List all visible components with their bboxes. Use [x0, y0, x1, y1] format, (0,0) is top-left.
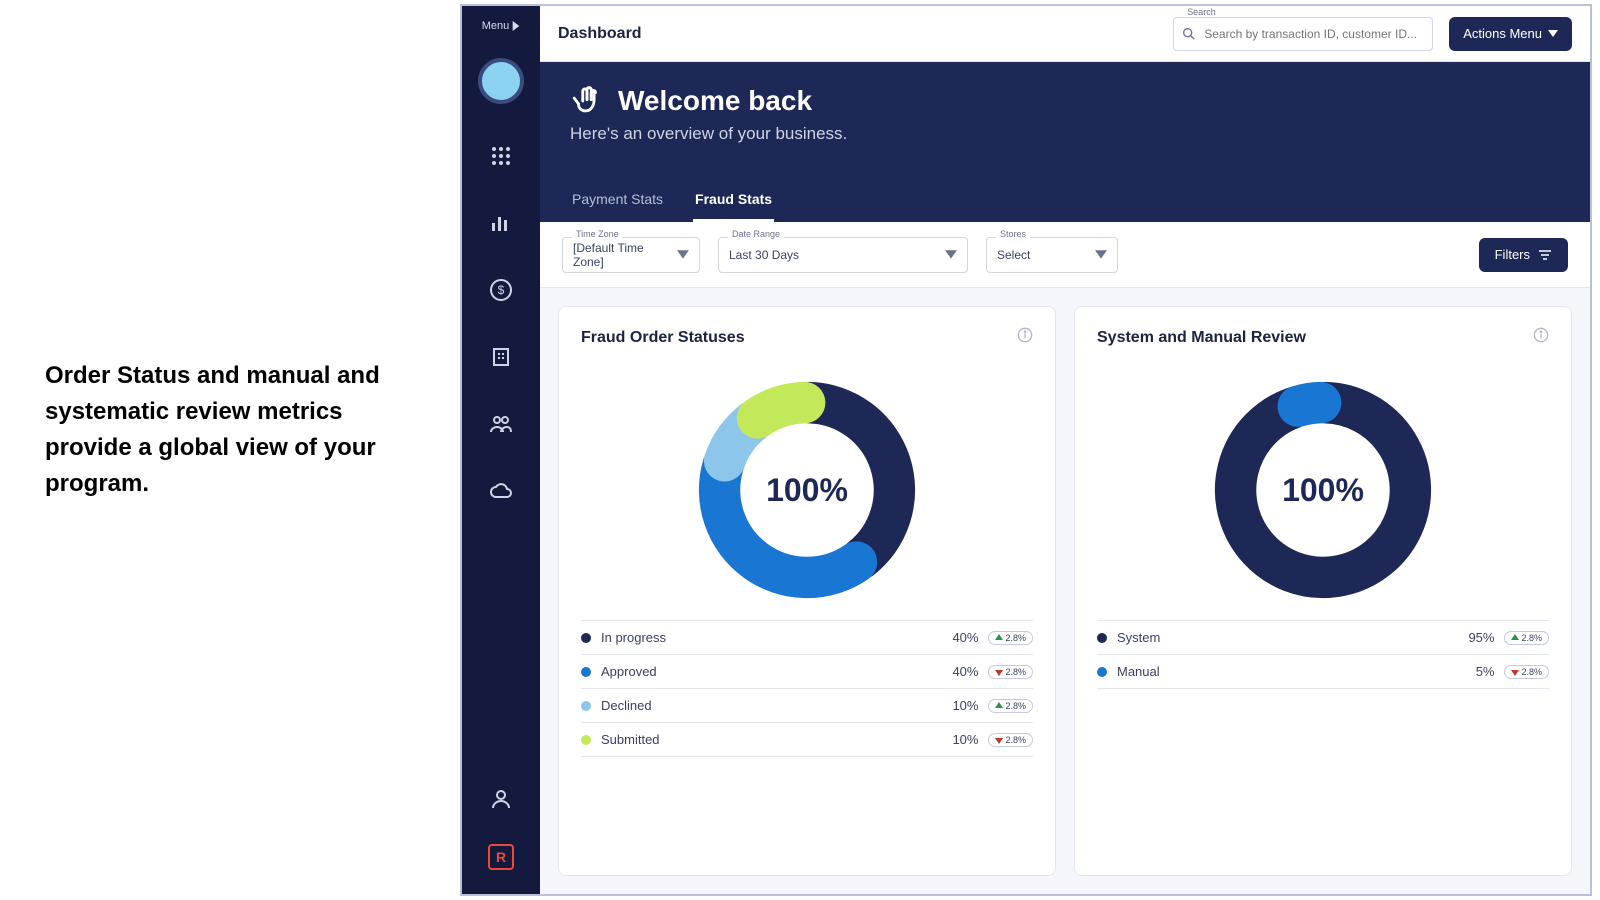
donut-chart-review: 100%: [1097, 360, 1549, 620]
chevron-down-icon: [1095, 249, 1107, 261]
donut-center-value: 100%: [1282, 472, 1364, 509]
chart-bar-icon[interactable]: [489, 211, 513, 238]
sidebar-bottom: R: [488, 787, 514, 870]
building-icon[interactable]: [489, 345, 513, 372]
info-icon[interactable]: [1017, 327, 1033, 348]
app-frame: Menu $: [460, 4, 1592, 896]
avatar[interactable]: [478, 58, 524, 104]
search-field[interactable]: Search: [1173, 17, 1433, 51]
delta-pill: 2.8%: [988, 631, 1033, 645]
slide-caption: Order Status and manual and systematic r…: [45, 358, 435, 502]
time-zone-value: [Default Time Zone]: [573, 241, 677, 269]
chevron-right-icon: [512, 21, 520, 31]
stores-value: Select: [997, 248, 1030, 262]
legend-item: System95% 2.8%: [1097, 621, 1549, 655]
date-range-field[interactable]: Date Range Last 30 Days: [718, 237, 968, 273]
delta-pill: 2.8%: [988, 733, 1033, 747]
card-review: System and Manual Review 100% System95% …: [1074, 306, 1572, 876]
stores-field[interactable]: Stores Select: [986, 237, 1118, 273]
date-range-value: Last 30 Days: [729, 248, 799, 262]
topbar: Dashboard Search Actions Menu: [540, 6, 1590, 62]
legend-name: System: [1117, 630, 1448, 645]
legend-value: 40%: [932, 664, 978, 679]
nav-icons: $: [489, 144, 513, 506]
filters-button[interactable]: Filters: [1479, 238, 1568, 272]
svg-text:$: $: [498, 283, 505, 297]
legend-item: Approved40% 2.8%: [581, 655, 1033, 689]
cloud-icon[interactable]: [489, 479, 513, 506]
search-label: Search: [1183, 7, 1220, 17]
card-fraud-status: Fraud Order Statuses 100% In progress40%…: [558, 306, 1056, 876]
sidebar: Menu $: [462, 6, 540, 894]
hero-banner: Welcome back Here's an overview of your …: [540, 62, 1590, 222]
legend-dot: [581, 735, 591, 745]
tab-fraud-stats[interactable]: Fraud Stats: [693, 179, 774, 222]
apps-icon[interactable]: [489, 144, 513, 171]
legend-name: Declined: [601, 698, 932, 713]
actions-menu-label: Actions Menu: [1463, 26, 1542, 41]
search-icon: [1181, 26, 1197, 42]
chevron-down-icon: [945, 249, 957, 261]
time-zone-label: Time Zone: [572, 229, 623, 239]
chevron-down-icon: [1548, 30, 1558, 38]
legend-item: Declined10% 2.8%: [581, 689, 1033, 723]
legend-value: 95%: [1448, 630, 1494, 645]
content-area: Fraud Order Statuses 100% In progress40%…: [540, 288, 1590, 894]
donut-center-value: 100%: [766, 472, 848, 509]
delta-pill: 2.8%: [1504, 665, 1549, 679]
search-input[interactable]: [1173, 17, 1433, 51]
date-range-label: Date Range: [728, 229, 784, 239]
logo-icon[interactable]: R: [488, 844, 514, 870]
card-title: System and Manual Review: [1097, 329, 1306, 347]
legend-dot: [1097, 633, 1107, 643]
chevron-down-icon: [677, 249, 689, 261]
filter-icon: [1538, 249, 1552, 261]
tab-payment-stats[interactable]: Payment Stats: [570, 179, 665, 222]
legend-dot: [581, 633, 591, 643]
legend-name: In progress: [601, 630, 932, 645]
legend-name: Approved: [601, 664, 932, 679]
filter-bar: Time Zone [Default Time Zone] Date Range…: [540, 222, 1590, 288]
delta-pill: 2.8%: [988, 699, 1033, 713]
legend-dot: [581, 701, 591, 711]
delta-pill: 2.8%: [1504, 631, 1549, 645]
filters-button-label: Filters: [1495, 247, 1530, 262]
time-zone-field[interactable]: Time Zone [Default Time Zone]: [562, 237, 700, 273]
donut-chart-fraud: 100%: [581, 360, 1033, 620]
legend-fraud: In progress40% 2.8%Approved40% 2.8%Decli…: [581, 620, 1033, 757]
card-title: Fraud Order Statuses: [581, 329, 745, 347]
welcome-title: Welcome back: [618, 85, 812, 117]
logo-letter: R: [496, 849, 506, 865]
legend-value: 40%: [932, 630, 978, 645]
menu-label: Menu: [482, 20, 510, 32]
legend-dot: [581, 667, 591, 677]
stores-label: Stores: [996, 229, 1030, 239]
menu-toggle[interactable]: Menu: [482, 20, 521, 32]
legend-name: Manual: [1117, 664, 1448, 679]
wave-icon: [570, 84, 604, 118]
legend-item: Submitted10% 2.8%: [581, 723, 1033, 757]
legend-review: System95% 2.8%Manual5% 2.8%: [1097, 620, 1549, 689]
info-icon[interactable]: [1533, 327, 1549, 348]
legend-name: Submitted: [601, 732, 932, 747]
users-icon[interactable]: [489, 412, 513, 439]
legend-value: 10%: [932, 732, 978, 747]
legend-dot: [1097, 667, 1107, 677]
welcome-subtitle: Here's an overview of your business.: [570, 124, 1560, 144]
legend-value: 10%: [932, 698, 978, 713]
profile-icon[interactable]: [489, 787, 513, 814]
legend-item: Manual5% 2.8%: [1097, 655, 1549, 689]
actions-menu-button[interactable]: Actions Menu: [1449, 17, 1572, 51]
hero-tabs: Payment Stats Fraud Stats: [570, 179, 774, 222]
delta-pill: 2.8%: [988, 665, 1033, 679]
dollar-icon[interactable]: $: [489, 278, 513, 305]
legend-value: 5%: [1448, 664, 1494, 679]
legend-item: In progress40% 2.8%: [581, 621, 1033, 655]
page-title: Dashboard: [558, 25, 642, 43]
